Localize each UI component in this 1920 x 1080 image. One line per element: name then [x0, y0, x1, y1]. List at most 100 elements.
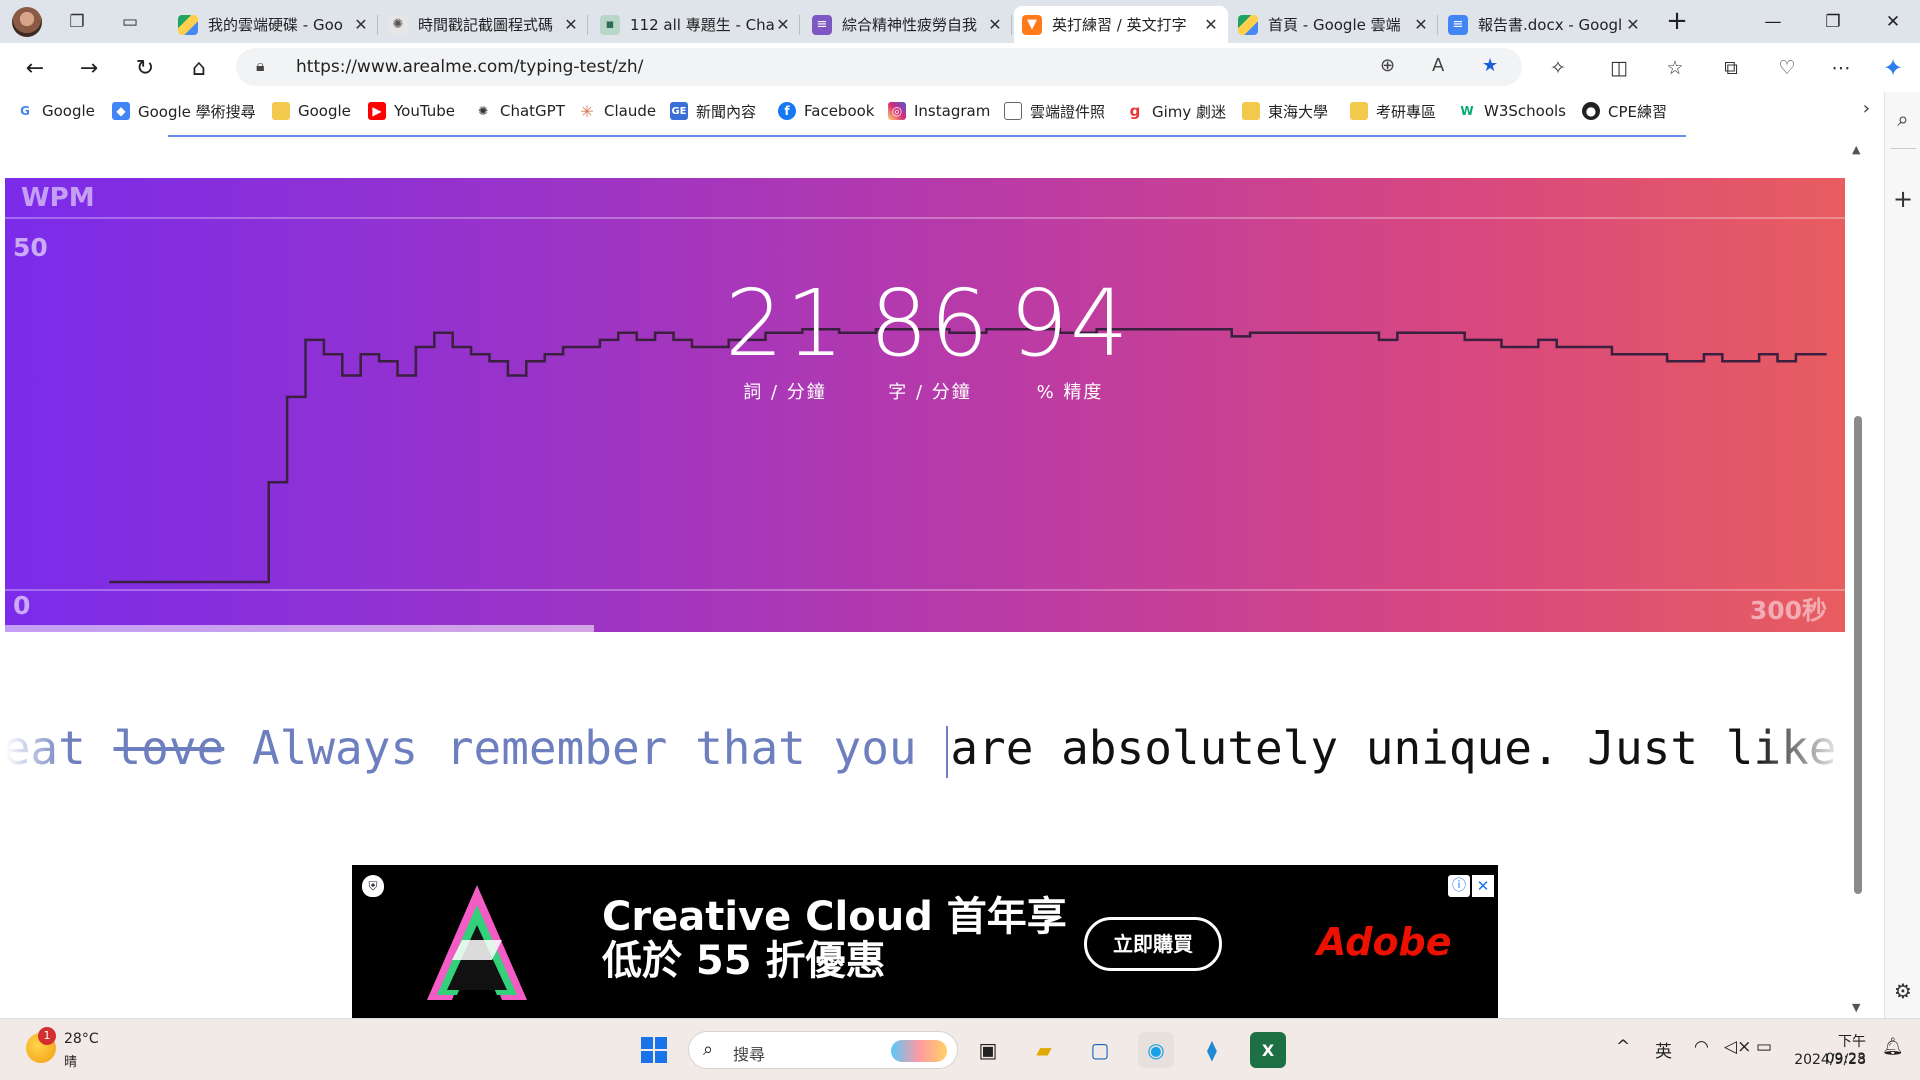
clock-date[interactable]: 2024/9/28 — [1780, 1052, 1866, 1068]
fade-left — [5, 708, 65, 788]
copilot-icon[interactable]: ✦ — [1878, 53, 1908, 83]
restore-button[interactable]: ❐ — [1800, 0, 1866, 43]
workspaces-icon[interactable]: ❐ — [62, 7, 92, 37]
ime-indicator[interactable]: 英 — [1655, 1037, 1672, 1062]
gear-icon[interactable]: ⚙ — [1890, 978, 1916, 1004]
lock-icon[interactable]: 🔒︎ — [256, 56, 265, 76]
minimize-button[interactable]: — — [1740, 0, 1806, 43]
collections-icon[interactable]: ⧉ — [1716, 53, 1746, 83]
chatgpt-icon: ✺ — [474, 102, 492, 120]
ad-info-icon[interactable]: ⓘ — [1448, 875, 1470, 897]
more-menu-icon[interactable]: ⋯ — [1826, 53, 1856, 83]
bookmark-cpe[interactable]: ● CPE練習 — [1582, 100, 1667, 122]
file-explorer-icon[interactable]: ▰ — [1026, 1032, 1062, 1068]
close-icon[interactable]: ✕ — [1412, 15, 1430, 34]
bookmark-w3schools[interactable]: W W3Schools — [1458, 100, 1566, 122]
bookmark-facebook[interactable]: f Facebook — [778, 100, 874, 122]
bookmark-google[interactable]: G Google — [16, 100, 95, 122]
tab-google-drive-home[interactable]: 首頁 - Google 雲端 ✕ — [1230, 6, 1438, 43]
windows-start-icon[interactable] — [636, 1032, 672, 1068]
home-button[interactable]: ⌂ — [182, 51, 216, 85]
excel-icon[interactable]: X — [1250, 1032, 1286, 1068]
close-icon[interactable]: ✕ — [562, 15, 580, 34]
tab-typing-test[interactable]: ▼ 英打練習 / 英文打字 ✕ — [1014, 6, 1228, 43]
browser-essentials-icon[interactable]: ♡ — [1772, 53, 1802, 83]
chevron-up-icon[interactable]: ^ — [1616, 1037, 1630, 1057]
wifi-icon[interactable]: ◠ — [1694, 1037, 1709, 1057]
tab-title: 報告書.docx - Googl — [1478, 16, 1623, 34]
profile-avatar[interactable] — [12, 7, 42, 37]
page-scrollbar[interactable]: ▲ ▼ — [1847, 138, 1869, 1018]
read-aloud-icon[interactable]: A — [1432, 55, 1444, 76]
bookmark-youtube[interactable]: ▶ YouTube — [368, 100, 455, 122]
browser-toolbar: ← → ↻ ⌂ 🔒︎ https://www.arealme.com/typin… — [0, 43, 1920, 92]
typing-area[interactable]: reat love Always remember that you are a… — [5, 708, 1845, 788]
speaker-muted-icon[interactable]: ◁× — [1724, 1037, 1751, 1057]
bookmark-label: W3Schools — [1484, 102, 1566, 120]
split-screen-icon[interactable]: ◫ — [1604, 53, 1634, 83]
bookmark-label: Google 學術搜尋 — [138, 102, 256, 121]
tab-chat[interactable]: ▪ 112 all 專題生 - Chat ✕ — [592, 6, 800, 43]
adobe-logo: Adobe — [1317, 920, 1452, 964]
bookmark-google-scholar[interactable]: ◆ Google 學術搜尋 — [112, 100, 256, 122]
bookmark-cloud-id-photo[interactable]: 雲端證件照 — [1004, 100, 1105, 122]
docs-icon: ≡ — [1448, 14, 1468, 35]
bookmark-exam-folder[interactable]: 考研專區 — [1350, 100, 1436, 122]
edge-browser-icon[interactable]: ◉ — [1138, 1032, 1174, 1068]
address-bar[interactable]: 🔒︎ https://www.arealme.com/typing-test/z… — [236, 48, 1522, 86]
tab-title: 首頁 - Google 雲端 — [1268, 16, 1401, 34]
tab-report-docx[interactable]: ≡ 報告書.docx - Googl ✕ — [1440, 6, 1650, 43]
ad-banner[interactable]: ⛨ Creative Cloud 首年享 低於 55 折優惠 立即購買 Adob… — [352, 865, 1498, 1018]
ad-close-icon[interactable]: ✕ — [1472, 875, 1494, 897]
new-tab-button[interactable]: + — [1662, 7, 1692, 37]
bookmark-google-folder[interactable]: Google — [272, 100, 351, 122]
url-text[interactable]: https://www.arealme.com/typing-test/zh/ — [296, 57, 643, 77]
bookmark-instagram[interactable]: ◎ Instagram — [888, 100, 990, 122]
scroll-up-icon[interactable]: ▲ — [1852, 143, 1860, 156]
tab-title: 時間戳記截圖程式碼 — [418, 16, 554, 34]
bookmark-label: Google — [298, 102, 351, 120]
zoom-icon[interactable]: ⊕ — [1380, 55, 1395, 76]
close-icon[interactable]: ✕ — [1624, 15, 1642, 34]
search-icon[interactable]: ⌕ — [1890, 106, 1916, 132]
forms-icon: ≡ — [812, 14, 832, 35]
tab-fatigue-form[interactable]: ≡ 綜合精神性疲勞自我 ✕ — [804, 6, 1012, 43]
close-icon[interactable]: ✕ — [1202, 15, 1220, 34]
vertical-tabs-icon[interactable]: ▭ — [115, 7, 145, 37]
bookmark-news[interactable]: GE 新聞內容 — [670, 100, 756, 122]
add-icon[interactable]: + — [1890, 185, 1916, 213]
close-icon[interactable]: ✕ — [352, 15, 370, 34]
chevron-right-icon[interactable]: › — [1863, 98, 1870, 119]
tab-timestamp[interactable]: ✺ 時間戳記截圖程式碼 ✕ — [380, 6, 588, 43]
close-window-button[interactable]: ✕ — [1860, 0, 1920, 43]
bookmark-gimy[interactable]: g Gimy 劇迷 — [1126, 100, 1226, 122]
bookmark-label: CPE練習 — [1608, 102, 1667, 121]
task-view-icon[interactable]: ▣ — [970, 1032, 1006, 1068]
youtube-icon: ▶ — [368, 102, 386, 120]
refresh-button[interactable]: ↻ — [128, 51, 162, 85]
bookmark-chatgpt[interactable]: ✺ ChatGPT — [474, 100, 565, 122]
bookmark-tunghai-folder[interactable]: 東海大學 — [1242, 100, 1328, 122]
battery-icon[interactable]: ▭ — [1756, 1037, 1772, 1057]
scroll-down-icon[interactable]: ▼ — [1852, 1001, 1860, 1014]
close-icon[interactable]: ✕ — [986, 15, 1004, 34]
buy-now-button[interactable]: 立即購買 — [1084, 917, 1222, 971]
ad-shield-icon: ⛨ — [362, 875, 384, 897]
back-button[interactable]: ← — [18, 51, 52, 85]
taskbar-search[interactable]: ⌕ 搜尋 — [688, 1031, 958, 1069]
search-icon: ⌕ — [703, 1039, 714, 1060]
notification-bell-icon[interactable]: 🔔︎ — [1882, 1037, 1904, 1057]
weather-badge: 1 — [38, 1027, 56, 1045]
bookmark-label: ChatGPT — [500, 102, 565, 120]
bookmark-label: 東海大學 — [1268, 102, 1329, 121]
remote-desktop-icon[interactable]: ▢ — [1082, 1032, 1118, 1068]
scrollbar-thumb[interactable] — [1854, 416, 1862, 894]
close-icon[interactable]: ✕ — [774, 15, 792, 34]
vscode-icon[interactable]: ⧫ — [1194, 1032, 1230, 1068]
extensions-icon[interactable]: ✧ — [1543, 53, 1573, 83]
tab-google-drive[interactable]: 我的雲端硬碟 - Goo ✕ — [170, 6, 378, 43]
forward-button[interactable]: → — [72, 51, 106, 85]
bookmark-claude[interactable]: ✳ Claude — [578, 100, 656, 122]
favorite-star-icon[interactable]: ★ — [1482, 55, 1498, 76]
favorites-icon[interactable]: ☆ — [1660, 53, 1690, 83]
